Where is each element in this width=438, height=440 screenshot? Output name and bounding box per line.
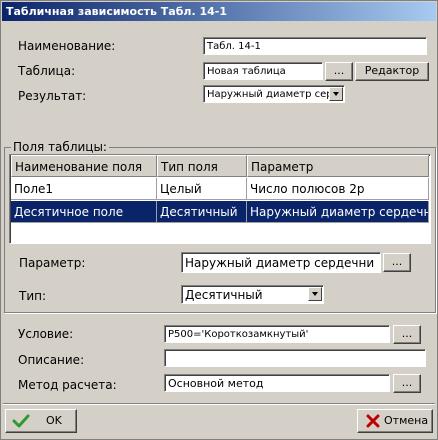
result-combobox[interactable]: Наружный диаметр серд. xyxy=(203,85,345,103)
cancel-button[interactable]: Отмена xyxy=(357,409,433,433)
cell-field-param: Наружный диаметр сердечн xyxy=(247,201,429,223)
type-value: Десятичный xyxy=(185,288,263,302)
param-label: Параметр: xyxy=(19,256,86,270)
table-field[interactable]: Новая таблица xyxy=(203,62,323,80)
grid-header: Наименование поля Тип поля Параметр xyxy=(11,155,429,177)
result-value: Наружный диаметр серд. xyxy=(207,89,343,100)
param-browse-button[interactable]: ... xyxy=(383,253,411,272)
method-field[interactable]: Основной метод xyxy=(164,374,390,392)
description-field[interactable] xyxy=(164,349,426,367)
result-label: Результат: xyxy=(18,89,87,103)
title-bar[interactable]: Табличная зависимость Табл. 14-1 xyxy=(2,2,436,21)
chevron-down-icon[interactable] xyxy=(329,87,343,101)
name-label: Наименование: xyxy=(18,39,116,53)
check-icon xyxy=(12,414,30,428)
cancel-label: Отмена xyxy=(384,414,429,427)
table-fields-group: Поля таблицы: Наименование поля Тип поля… xyxy=(4,140,436,313)
column-header-name[interactable]: Наименование поля xyxy=(11,155,157,177)
column-header-param[interactable]: Параметр xyxy=(247,155,429,177)
chevron-down-icon[interactable] xyxy=(308,287,322,301)
close-icon xyxy=(366,414,380,428)
method-label: Метод расчета: xyxy=(18,378,117,392)
dialog-window: Табличная зависимость Табл. 14-1 Наимено… xyxy=(0,0,438,440)
cell-field-name: Десятичное поле xyxy=(11,201,157,223)
condition-label: Условие: xyxy=(18,327,74,341)
name-field[interactable]: Табл. 14-1 xyxy=(203,37,427,55)
method-browse-button[interactable]: ... xyxy=(393,374,421,393)
column-header-type[interactable]: Тип поля xyxy=(157,155,247,177)
editor-button[interactable]: Редактор xyxy=(355,62,429,81)
table-label: Таблица: xyxy=(18,64,76,78)
group-title: Поля таблицы: xyxy=(11,140,109,154)
window-title: Табличная зависимость Табл. 14-1 xyxy=(6,5,227,18)
table-row[interactable]: Поле1 Целый Число полюсов 2р xyxy=(11,178,429,200)
divider xyxy=(3,403,435,405)
cell-field-name: Поле1 xyxy=(11,178,157,200)
table-row-selected[interactable]: Десятичное поле Десятичный Наружный диам… xyxy=(11,201,429,223)
cell-field-type: Целый xyxy=(157,178,247,200)
ok-button[interactable]: OK xyxy=(5,409,77,433)
table-browse-button[interactable]: ... xyxy=(325,62,353,81)
description-label: Описание: xyxy=(18,353,85,367)
condition-field[interactable]: P500='Короткозамкнутый' xyxy=(164,325,390,343)
type-label: Тип: xyxy=(19,289,47,303)
fields-grid[interactable]: Наименование поля Тип поля Параметр Поле… xyxy=(9,154,431,244)
param-field[interactable]: Наружный диаметр сердечни xyxy=(181,252,381,273)
ok-label: OK xyxy=(46,414,62,427)
cell-field-type: Десятичный xyxy=(157,201,247,223)
type-combobox[interactable]: Десятичный xyxy=(181,285,324,304)
cell-field-param: Число полюсов 2р xyxy=(247,178,429,200)
condition-browse-button[interactable]: ... xyxy=(393,325,421,344)
